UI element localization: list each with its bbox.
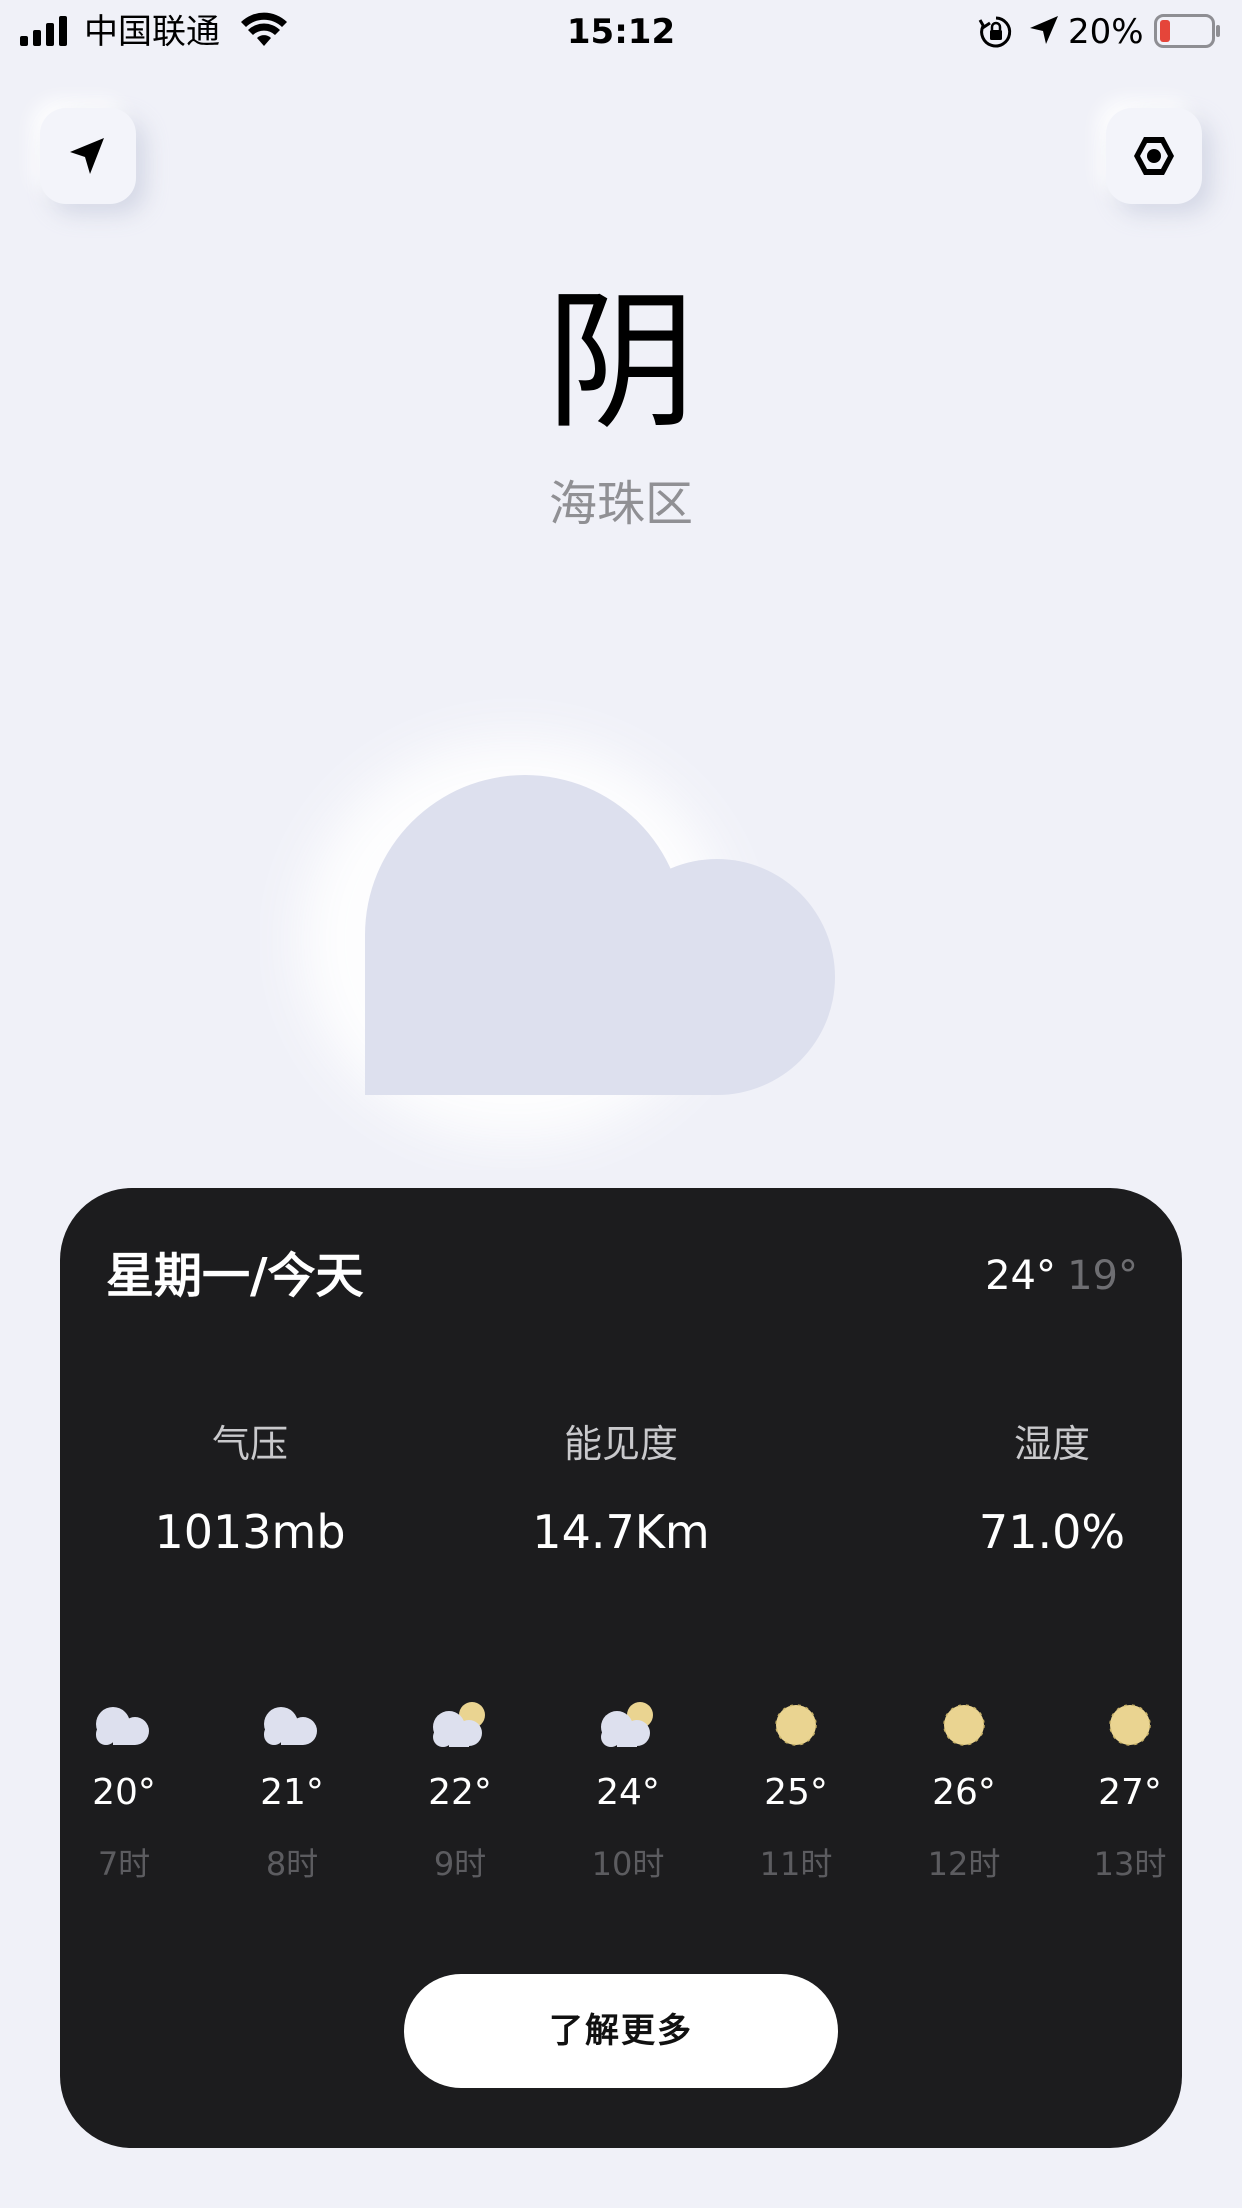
hourly-temp: 27°: [1098, 1772, 1162, 1813]
cloud-icon: [96, 1707, 149, 1745]
stat-pressure: 气压 1013mb: [100, 1416, 400, 1564]
hourly-temp: 21°: [260, 1772, 324, 1813]
stat-value: 71.0%: [978, 1505, 1126, 1559]
stat-value: 14.7Km: [532, 1505, 710, 1559]
hexagon-settings-icon: [1134, 137, 1174, 175]
hourly-item: 26° 12时: [904, 1698, 1024, 1886]
hourly-time: 9时: [433, 1845, 487, 1883]
hourly-time: 8时: [265, 1845, 319, 1883]
hourly-temp: 20°: [92, 1772, 156, 1813]
stat-label: 能见度: [563, 1422, 678, 1466]
settings-button[interactable]: [1106, 108, 1202, 204]
cloud-icon: [300, 740, 835, 1140]
hourly-time: 13时: [1093, 1845, 1167, 1883]
sun-icon: [1109, 1704, 1151, 1746]
location-services-icon: [1030, 16, 1058, 44]
stat-label: 湿度: [1013, 1422, 1090, 1466]
hourly-time: 7时: [97, 1845, 151, 1883]
hourly-item: 22° 9时: [400, 1698, 520, 1886]
sun-icon: [775, 1704, 817, 1746]
partly-cloudy-icon: [601, 1702, 653, 1747]
stat-visibility: 能见度 14.7Km: [471, 1416, 771, 1564]
hourly-time: 10时: [591, 1845, 665, 1883]
rotation-lock-icon: [978, 16, 1012, 48]
battery-percent: 20%: [1068, 12, 1144, 52]
hourly-forecast[interactable]: 20° 7时 21° 8时 22° 9时 24° 10时 25° 11时 26°…: [60, 1698, 1182, 1898]
hourly-item: 25° 11时: [736, 1698, 856, 1886]
hourly-temp: 25°: [764, 1772, 828, 1813]
day-label: 星期一/今天: [106, 1248, 364, 1304]
locate-button[interactable]: [40, 108, 136, 204]
hourly-temp: 24°: [596, 1772, 660, 1813]
forecast-card: 星期一/今天 24° 19° 气压 1013mb 能见度 14.7Km 湿度 7…: [60, 1188, 1182, 2148]
learn-more-button[interactable]: 了解更多: [404, 1974, 838, 2088]
sun-icon: [943, 1704, 985, 1746]
status-bar: 中国联通 15:12 20%: [0, 0, 1242, 64]
hourly-item: 20° 7时: [64, 1698, 184, 1886]
battery-icon: [1154, 14, 1220, 48]
stat-humidity: 湿度 71.0%: [902, 1416, 1202, 1564]
hourly-temp: 22°: [428, 1772, 492, 1813]
temp-high: 24°: [985, 1253, 1056, 1299]
hourly-item: 21° 8时: [232, 1698, 352, 1886]
weather-condition: 阴: [545, 276, 696, 450]
partly-cloudy-icon: [433, 1702, 485, 1747]
temp-low: 19°: [1067, 1253, 1138, 1299]
cloud-icon: [264, 1707, 317, 1745]
stat-label: 气压: [211, 1422, 288, 1466]
location-arrow-icon: [70, 138, 104, 174]
hourly-temp: 26°: [932, 1772, 996, 1813]
location-name: 海珠区: [548, 476, 693, 532]
stat-value: 1013mb: [154, 1505, 346, 1559]
hourly-item: 24° 10时: [568, 1698, 688, 1886]
hourly-time: 11时: [759, 1845, 833, 1883]
hourly-item: 27° 13时: [1070, 1698, 1190, 1886]
hourly-time: 12时: [927, 1845, 1001, 1883]
